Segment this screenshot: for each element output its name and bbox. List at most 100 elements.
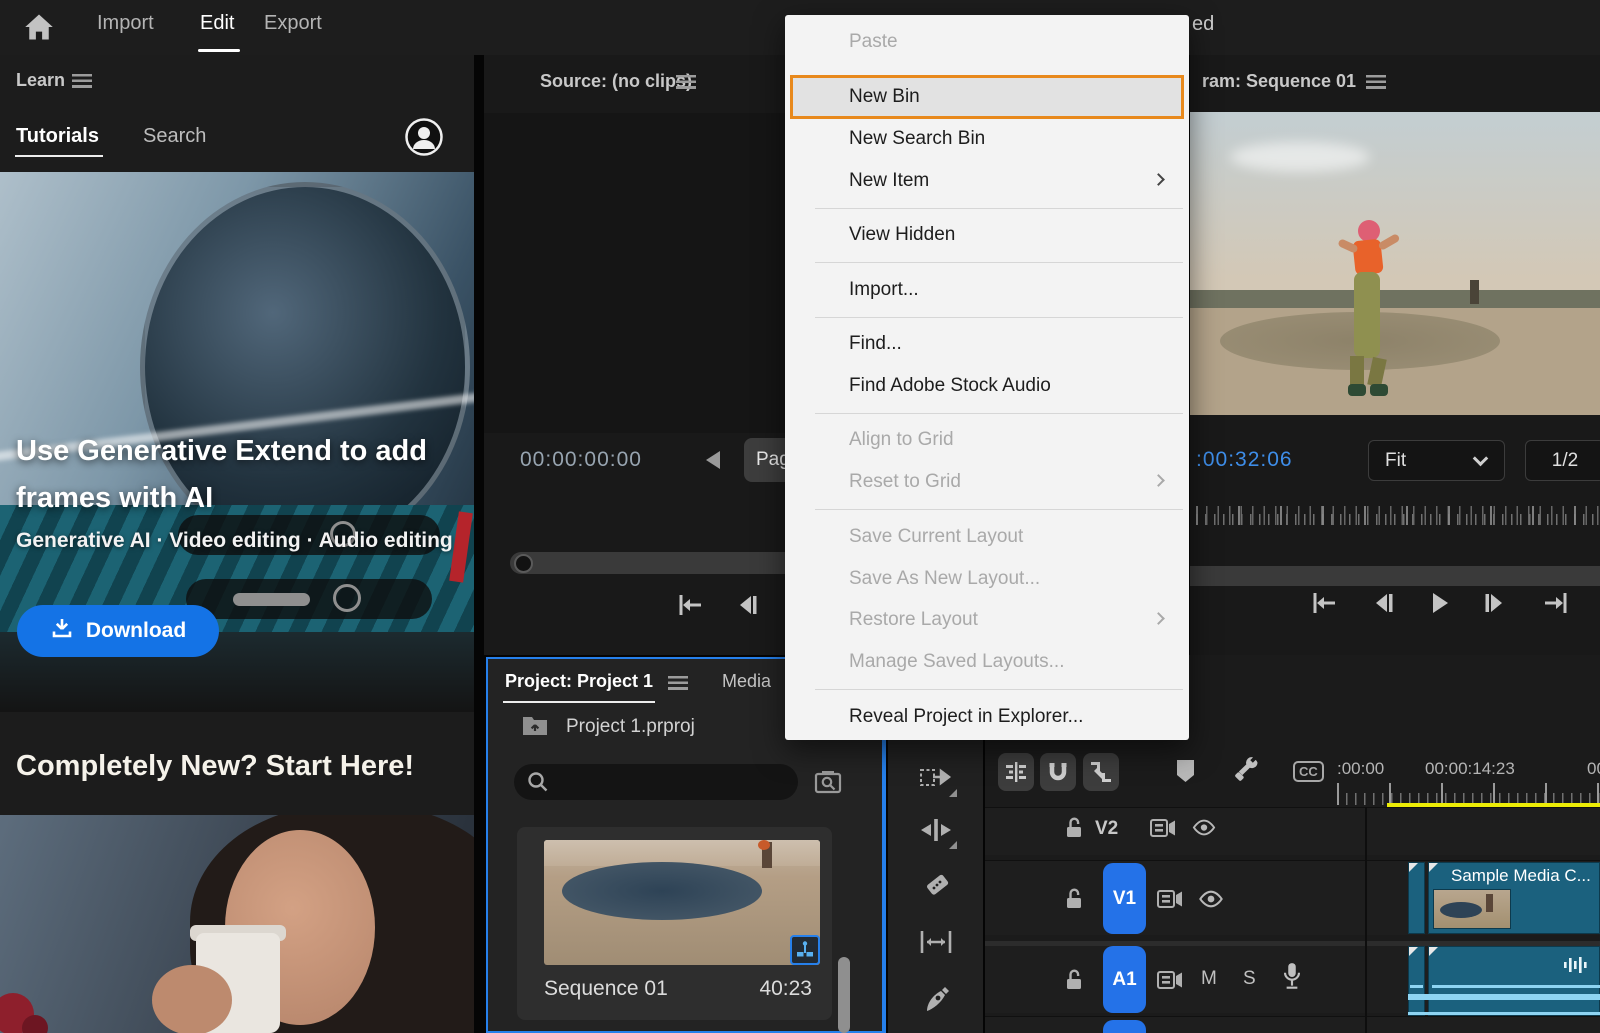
add-marker-icon[interactable] <box>1177 760 1194 782</box>
program-step-forward-icon[interactable] <box>1482 590 1508 616</box>
source-go-to-in-icon[interactable] <box>676 592 704 618</box>
track-row-v1: V1 Sample Media C... <box>985 860 1600 935</box>
menu-item-find-adobe-stock-audio[interactable]: Find Adobe Stock Audio <box>785 368 1189 404</box>
menu-item-find[interactable]: Find... <box>785 326 1189 362</box>
sequence-thumbnail[interactable] <box>544 840 820 965</box>
tab-media[interactable]: Media <box>722 671 771 692</box>
sequence-duration: 40:23 <box>759 977 812 1001</box>
menu-item-new-bin[interactable]: New Bin <box>785 79 1189 115</box>
source-prev-icon[interactable] <box>706 451 720 469</box>
tab-project[interactable]: Project: Project 1 <box>505 671 653 692</box>
tutorial-hero-card[interactable]: Use Generative Extend to add frames with… <box>0 172 474 712</box>
playback-resolution-select[interactable]: 1/2 <box>1525 440 1600 481</box>
timeline-ruler[interactable] <box>1337 783 1600 809</box>
hero-progress-ring-icon <box>333 584 361 612</box>
search-input[interactable] <box>514 764 798 800</box>
menu-separator <box>815 413 1183 414</box>
linked-selection-button[interactable] <box>1083 753 1119 791</box>
tab-tutorials[interactable]: Tutorials <box>16 125 99 148</box>
a1-track-target-badge[interactable]: A1 <box>1103 946 1146 1013</box>
menu-item-new-search-bin[interactable]: New Search Bin <box>785 121 1189 157</box>
menu-item-view-hidden[interactable]: View Hidden <box>785 217 1189 253</box>
sequence-badge-icon <box>790 935 820 965</box>
program-panel-menu-icon[interactable] <box>1366 75 1386 89</box>
program-play-icon[interactable] <box>1426 590 1452 616</box>
timeline-clip-v1[interactable]: Sample Media C... <box>1428 862 1600 934</box>
v1-source-patch-icon[interactable] <box>1157 889 1183 914</box>
source-playhead-knob[interactable] <box>514 554 533 573</box>
menu-item-manage-saved-layouts: Manage Saved Layouts... <box>785 644 1189 680</box>
program-video-frame[interactable] <box>1190 112 1600 415</box>
tab-search[interactable]: Search <box>143 125 206 148</box>
learn-panel-menu-icon[interactable] <box>72 74 92 88</box>
artwork-skater <box>1340 220 1400 410</box>
ripple-edit-tool[interactable] <box>888 807 983 853</box>
tutorials-underline <box>15 155 103 157</box>
sequence-name[interactable]: Sequence 01 <box>544 977 668 1001</box>
audio-bottom-line <box>1408 1012 1600 1015</box>
pen-tool[interactable] <box>888 977 983 1023</box>
a1-solo-button[interactable]: S <box>1243 968 1256 990</box>
program-scrub-bar[interactable] <box>1190 566 1600 586</box>
program-go-to-out-icon[interactable] <box>1542 590 1570 616</box>
chevron-down-icon <box>1473 450 1489 466</box>
program-timecode[interactable]: :00:32:06 <box>1196 448 1293 472</box>
program-monitor-panel: ram: Sequence 01 :00:32:06 Fit <box>1190 55 1600 655</box>
audio-gain-line-head[interactable] <box>1410 985 1423 988</box>
nest-toggle-button[interactable] <box>998 753 1034 791</box>
slip-tool[interactable] <box>888 919 983 965</box>
a1-voiceover-mic-icon[interactable] <box>1281 962 1303 997</box>
project-scrollbar[interactable] <box>838 957 850 1033</box>
v1-track-target-badge[interactable]: V1 <box>1103 863 1146 934</box>
source-timecode[interactable]: 00:00:00:00 <box>520 448 642 472</box>
source-panel-menu-icon[interactable] <box>676 75 696 89</box>
timeline-clip-v1-head[interactable] <box>1408 862 1425 934</box>
hero-title-line1: Use Generative Extend to add <box>16 435 427 468</box>
menu-separator <box>815 317 1183 318</box>
menu-item-import[interactable]: Import... <box>785 272 1189 308</box>
ruler-label-1: 00:00:14:23 <box>1425 759 1515 779</box>
folder-up-icon[interactable] <box>522 714 548 741</box>
v1-lock-icon[interactable] <box>1063 887 1085 916</box>
breadcrumb[interactable]: Project 1.prproj <box>566 716 695 738</box>
source-step-back-icon[interactable] <box>734 592 760 618</box>
v2-track-label[interactable]: V2 <box>1095 818 1118 840</box>
download-button[interactable]: Download <box>17 605 219 657</box>
a1-lock-icon[interactable] <box>1063 968 1085 997</box>
tab-edit[interactable]: Edit <box>200 12 234 35</box>
a1-mute-button[interactable]: M <box>1201 968 1217 990</box>
program-step-back-icon[interactable] <box>1370 590 1396 616</box>
v1-toggle-visibility-eye-icon[interactable] <box>1197 890 1225 913</box>
timeline-clip-a1[interactable] <box>1428 946 1600 1016</box>
search-bin-icon[interactable] <box>814 769 842 800</box>
captions-button[interactable]: CC <box>1293 761 1324 782</box>
razor-tool[interactable] <box>888 863 983 909</box>
account-avatar[interactable] <box>405 118 443 161</box>
tab-export[interactable]: Export <box>264 12 322 35</box>
menu-separator <box>815 509 1183 510</box>
timeline-clip-a1-head[interactable] <box>1408 946 1425 1016</box>
menu-item-reveal-project-in-explorer[interactable]: Reveal Project in Explorer... <box>785 699 1189 735</box>
v2-toggle-visibility-eye-icon[interactable] <box>1191 819 1217 841</box>
submenu-arrow-icon <box>1152 474 1165 487</box>
playback-resolution-value: 1/2 <box>1552 450 1578 472</box>
a2-track-target-badge[interactable] <box>1103 1020 1146 1033</box>
menu-item-new-item[interactable]: New Item <box>785 163 1189 199</box>
v2-lock-icon[interactable] <box>1063 816 1085 845</box>
starter-tutorial-image[interactable] <box>0 815 474 1033</box>
premiere-pro-window: Import Edit Export ed Learn Tutorials Se… <box>0 0 1600 1033</box>
program-ruler[interactable] <box>1196 503 1600 527</box>
v2-source-patch-icon[interactable] <box>1150 818 1176 843</box>
a1-source-patch-icon[interactable] <box>1157 970 1183 995</box>
tab-import[interactable]: Import <box>97 12 154 35</box>
zoom-level-select[interactable]: Fit <box>1368 440 1505 481</box>
project-item-card[interactable]: Sequence 01 40:23 <box>517 827 832 1020</box>
audio-gain-line[interactable] <box>1432 985 1600 988</box>
ruler-label-0: :00:00 <box>1337 759 1384 779</box>
track-select-forward-tool[interactable] <box>888 755 983 801</box>
snap-magnet-button[interactable] <box>1040 753 1076 791</box>
timeline-settings-wrench-icon[interactable] <box>1233 755 1261 783</box>
project-panel-menu-icon[interactable] <box>668 676 688 690</box>
home-icon[interactable] <box>24 13 54 46</box>
program-go-to-in-icon[interactable] <box>1310 590 1338 616</box>
